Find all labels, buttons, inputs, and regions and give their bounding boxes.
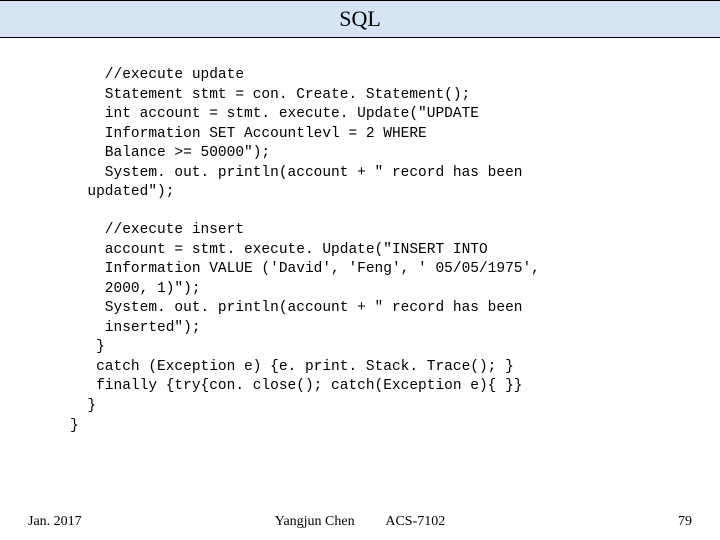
footer: Jan. 2017 Yangjun Chen ACS-7102 79 <box>0 514 720 530</box>
code-block-insert: //execute insert account = stmt. execute… <box>70 221 650 436</box>
code-block-update: //execute update Statement stmt = con. C… <box>70 66 650 203</box>
page-title: SQL <box>339 6 381 32</box>
footer-date: Jan. 2017 <box>28 514 82 530</box>
footer-page: 79 <box>678 514 692 530</box>
footer-author: Yangjun Chen <box>275 514 355 529</box>
footer-center: Yangjun Chen ACS-7102 <box>275 514 446 530</box>
content-area: //execute update Statement stmt = con. C… <box>0 38 720 436</box>
title-bar: SQL <box>0 0 720 38</box>
footer-course: ACS-7102 <box>385 514 445 529</box>
